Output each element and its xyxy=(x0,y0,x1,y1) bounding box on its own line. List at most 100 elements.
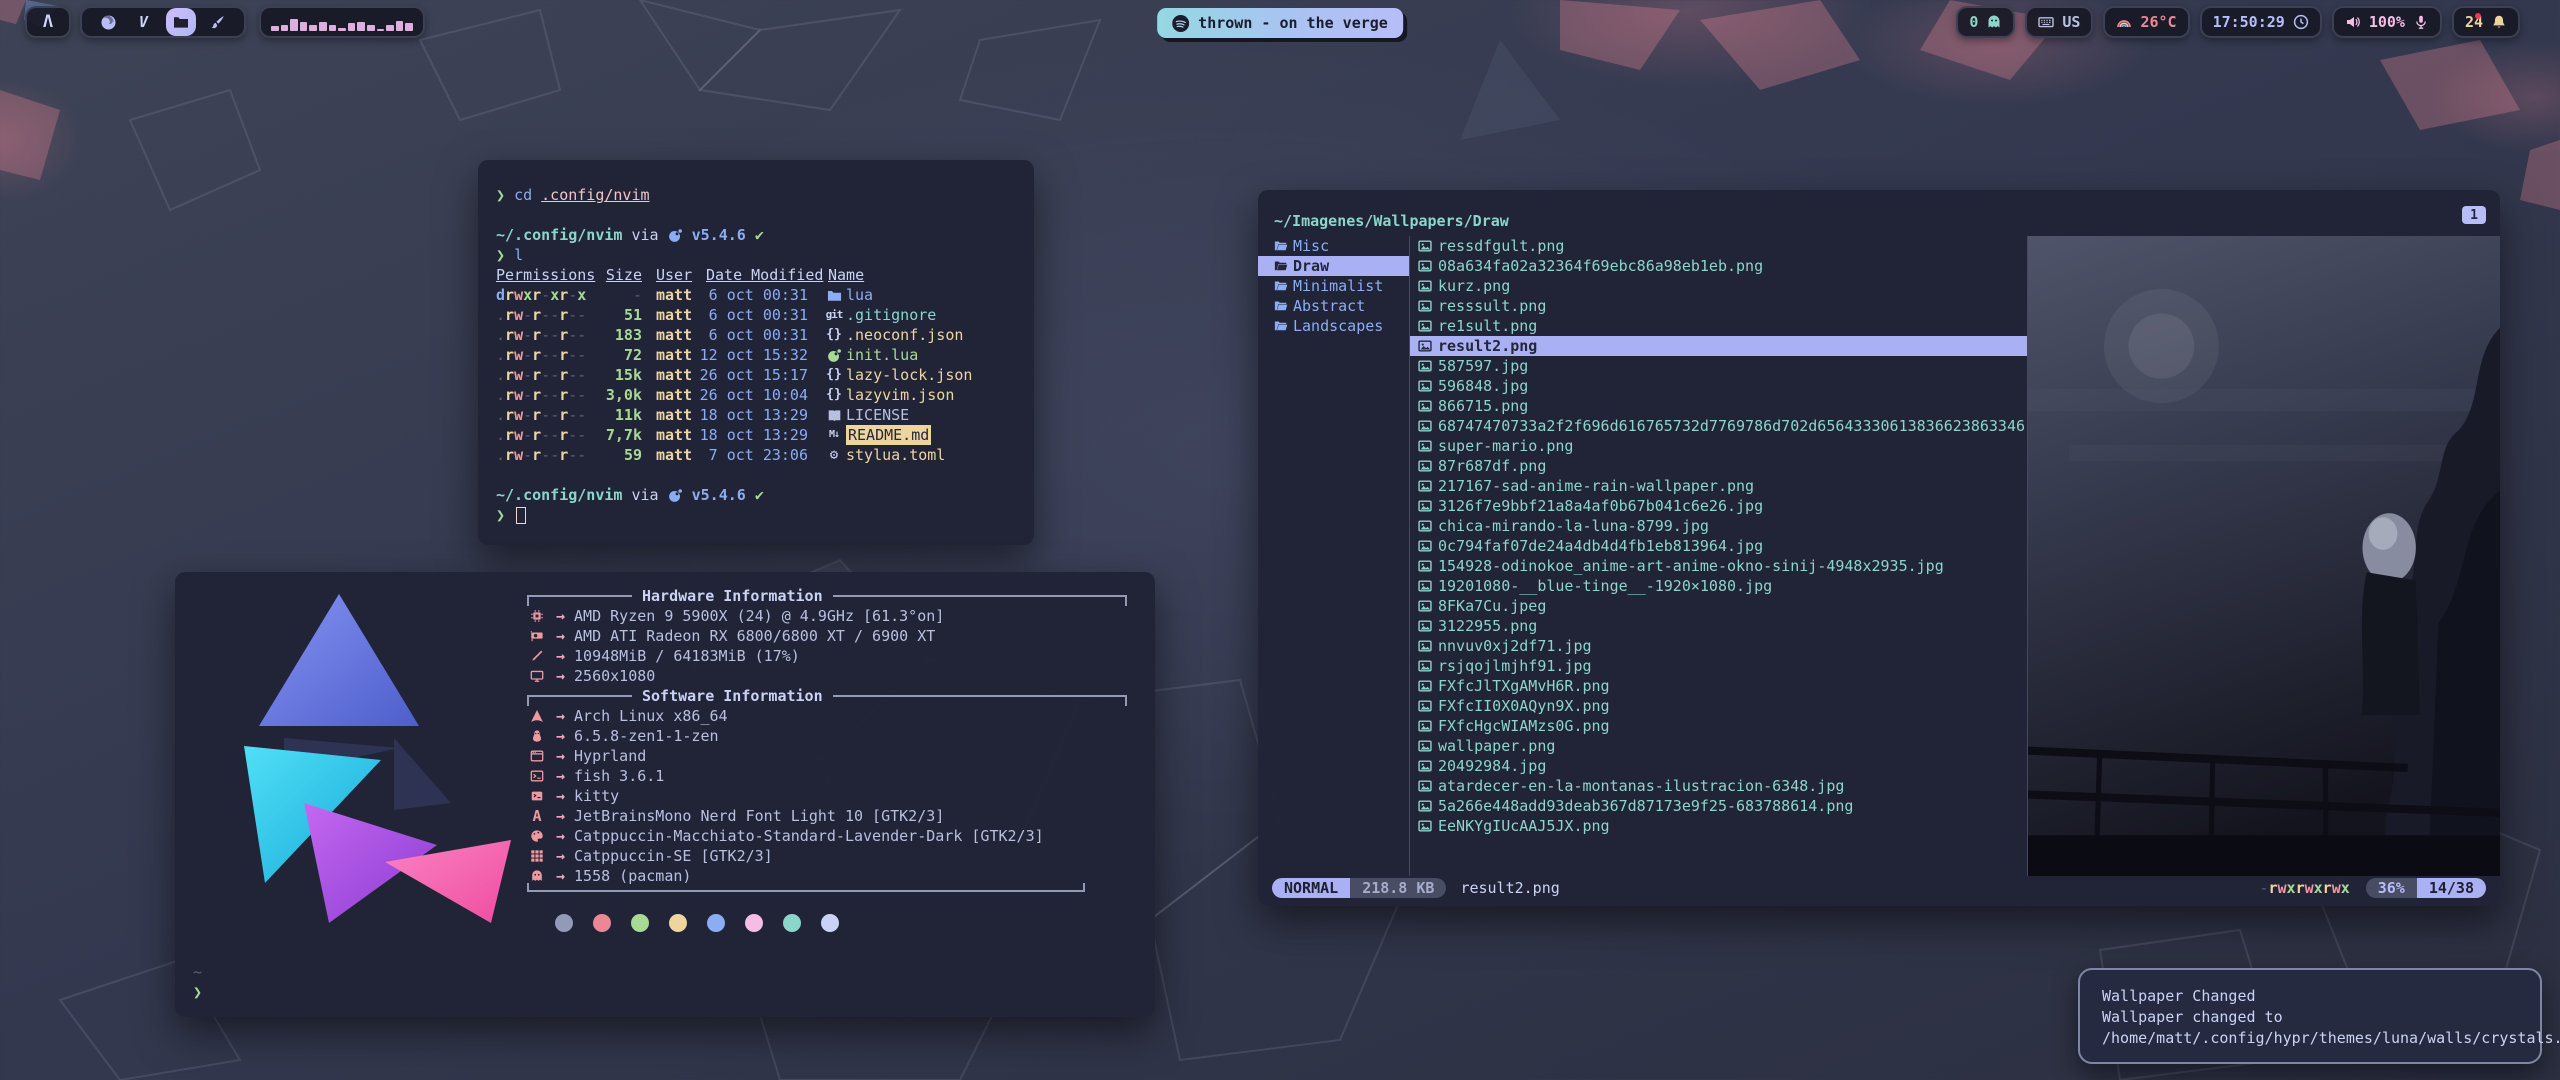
workspace-3[interactable] xyxy=(166,8,196,36)
media-player-pill[interactable]: thrown - on the verge xyxy=(1157,8,1403,38)
visualizer-bar xyxy=(329,25,337,31)
palette-dot xyxy=(707,914,725,932)
visualizer-bar xyxy=(377,29,385,31)
firefox-icon xyxy=(100,14,117,31)
font-icon: A xyxy=(532,806,541,826)
image-icon xyxy=(1418,479,1432,493)
file-item[interactable]: FXfcJlTXgAMvH6R.png xyxy=(1410,676,2027,696)
keyboard-icon xyxy=(2038,14,2054,30)
file-item[interactable]: re1sult.png xyxy=(1410,316,2027,336)
sidebar-folder-draw[interactable]: Draw xyxy=(1258,256,1409,276)
visualizer-bar xyxy=(386,25,394,31)
launcher-button[interactable]: Λ xyxy=(25,6,71,38)
visualizer-bar xyxy=(300,22,308,31)
folder-icon xyxy=(827,288,842,303)
terminal-file-row: .rw-r--r--11kmatt18 oct 13:29LICENSE xyxy=(496,405,1034,425)
notifications-pill[interactable]: 24 xyxy=(2452,6,2520,38)
file-item[interactable]: FXfcHgcWIAMzs0G.png xyxy=(1410,716,2027,736)
file-item[interactable]: super-mario.png xyxy=(1410,436,2027,456)
file-item[interactable]: 08a634fa02a32364f69ebc86a98eb1eb.png xyxy=(1410,256,2027,276)
file-manager-window[interactable]: ~/Imagenes/Wallpapers/Draw 1 MiscDrawMin… xyxy=(1258,190,2500,906)
file-item[interactable]: 87r687df.png xyxy=(1410,456,2027,476)
notification-toast[interactable]: Wallpaper Changed Wallpaper changed to /… xyxy=(2078,968,2542,1064)
arrow-right-icon: → xyxy=(556,646,565,666)
scroll-percent: 36% xyxy=(2366,878,2417,898)
fetch-info-row: →kitty xyxy=(527,786,1127,806)
terminal-cursor xyxy=(516,507,526,524)
clock-pill[interactable]: 17:50:29 xyxy=(2200,6,2322,38)
file-item[interactable]: wallpaper.png xyxy=(1410,736,2027,756)
volume-pill[interactable]: 100% xyxy=(2332,6,2442,38)
software-rows: →Arch Linux x86_64→6.5.8-zen1-1-zen→Hypr… xyxy=(527,706,1127,886)
terminal-icon xyxy=(530,769,544,783)
file-name: .neoconf.json xyxy=(846,325,963,345)
file-item[interactable]: result2.png xyxy=(1410,336,2027,356)
tab-badge[interactable]: 1 xyxy=(2462,206,2486,224)
sidebar-folder-minimalist[interactable]: Minimalist xyxy=(1258,276,1409,296)
file-item-label: kurz.png xyxy=(1438,277,1510,295)
file-item-label: chica-mirando-la-luna-8799.jpg xyxy=(1438,517,1709,535)
file-item[interactable]: kurz.png xyxy=(1410,276,2027,296)
notification-title: Wallpaper Changed xyxy=(2102,986,2518,1007)
mic-icon xyxy=(2413,14,2429,30)
folder-open-icon xyxy=(1274,239,1288,253)
weather-pill[interactable]: 26°C xyxy=(2103,6,2189,38)
file-item[interactable]: 866715.png xyxy=(1410,396,2027,416)
file-item[interactable]: 0c794faf07de24a4db4d4fb1eb813964.jpg xyxy=(1410,536,2027,556)
file-item[interactable]: chica-mirando-la-luna-8799.jpg xyxy=(1410,516,2027,536)
cpu-icon xyxy=(530,609,544,623)
file-item[interactable]: 20492984.jpg xyxy=(1410,756,2027,776)
palette-dot xyxy=(783,914,801,932)
image-icon xyxy=(1418,699,1432,713)
sidebar-folder-landscapes[interactable]: Landscapes xyxy=(1258,316,1409,336)
file-item[interactable]: FXfcII0X0AQyn9X.png xyxy=(1410,696,2027,716)
visualizer-bar xyxy=(319,22,327,31)
terminal-ls-command: ❯ l xyxy=(496,245,1034,265)
image-icon xyxy=(1418,259,1432,273)
workspace-4[interactable] xyxy=(205,9,231,35)
image-icon xyxy=(1418,559,1432,573)
workspaces-pill[interactable]: V xyxy=(80,6,246,38)
file-name: stylua.toml xyxy=(846,445,945,465)
image-icon xyxy=(1418,379,1432,393)
audio-visualizer-pill[interactable] xyxy=(259,6,425,38)
updates-pill[interactable]: 0 xyxy=(1956,6,2015,38)
sidebar-folder-abstract[interactable]: Abstract xyxy=(1258,296,1409,316)
file-item[interactable]: 217167-sad-anime-rain-wallpaper.png xyxy=(1410,476,2027,496)
file-item[interactable]: 3122955.png xyxy=(1410,616,2027,636)
braces-icon: {} xyxy=(826,385,842,405)
window-icon xyxy=(530,749,544,763)
file-item[interactable]: atardecer-en-la-montanas-ilustracion-634… xyxy=(1410,776,2027,796)
workspace-1[interactable] xyxy=(95,9,121,35)
file-item[interactable]: 587597.jpg xyxy=(1410,356,2027,376)
file-item[interactable]: 5a266e448add93deab367d87173e9f25-6837886… xyxy=(1410,796,2027,816)
fetch-window[interactable]: Hardware Information →AMD Ryzen 9 5900X … xyxy=(175,572,1155,1017)
media-title: thrown - on the verge xyxy=(1198,14,1388,32)
image-icon xyxy=(1418,799,1432,813)
gear-icon: ⚙ xyxy=(830,445,838,465)
file-item[interactable]: 19201080-__blue-tinge__-1920×1080.jpg xyxy=(1410,576,2027,596)
sidebar-folder-label: Minimalist xyxy=(1293,277,1383,295)
workspace-2[interactable]: V xyxy=(130,9,156,35)
notification-dot xyxy=(2475,13,2481,19)
file-item[interactable]: rsjqojlmjhf91.jpg xyxy=(1410,656,2027,676)
visualizer-bar xyxy=(281,25,289,31)
terminal-window[interactable]: ❯ cd .config/nvim ~/.config/nvim via v5.… xyxy=(478,160,1034,545)
terminal-cwd-line: ~/.config/nvim via v5.4.6 ✔ xyxy=(496,225,1034,245)
file-item[interactable]: 3126f7e9bbf21a8a4af0b67b041c6e26.jpg xyxy=(1410,496,2027,516)
sidebar-folder-misc[interactable]: Misc xyxy=(1258,236,1409,256)
file-item[interactable]: 596848.jpg xyxy=(1410,376,2027,396)
file-item[interactable]: EeNKYgIUcAAJ5JX.png xyxy=(1410,816,2027,836)
file-item[interactable]: 8FKa7Cu.jpeg xyxy=(1410,596,2027,616)
keyboard-layout-pill[interactable]: US xyxy=(2025,6,2093,38)
image-icon xyxy=(1418,239,1432,253)
file-item[interactable]: 154928-odinokoe_anime-art-anime-okno-sin… xyxy=(1410,556,2027,576)
terminal-prompt[interactable]: ❯ xyxy=(496,505,1034,525)
file-item[interactable]: nnvuv0xj2df71.jpg xyxy=(1410,636,2027,656)
file-item[interactable]: resssult.png xyxy=(1410,296,2027,316)
image-icon xyxy=(1418,639,1432,653)
fetch-shell-prompt[interactable]: ~ ❯ xyxy=(193,962,202,1002)
file-item[interactable]: ressdfgult.png xyxy=(1410,236,2027,256)
image-icon xyxy=(1418,739,1432,753)
file-item[interactable]: 68747470733a2f2f696d616765732d7769786d70… xyxy=(1410,416,2027,436)
